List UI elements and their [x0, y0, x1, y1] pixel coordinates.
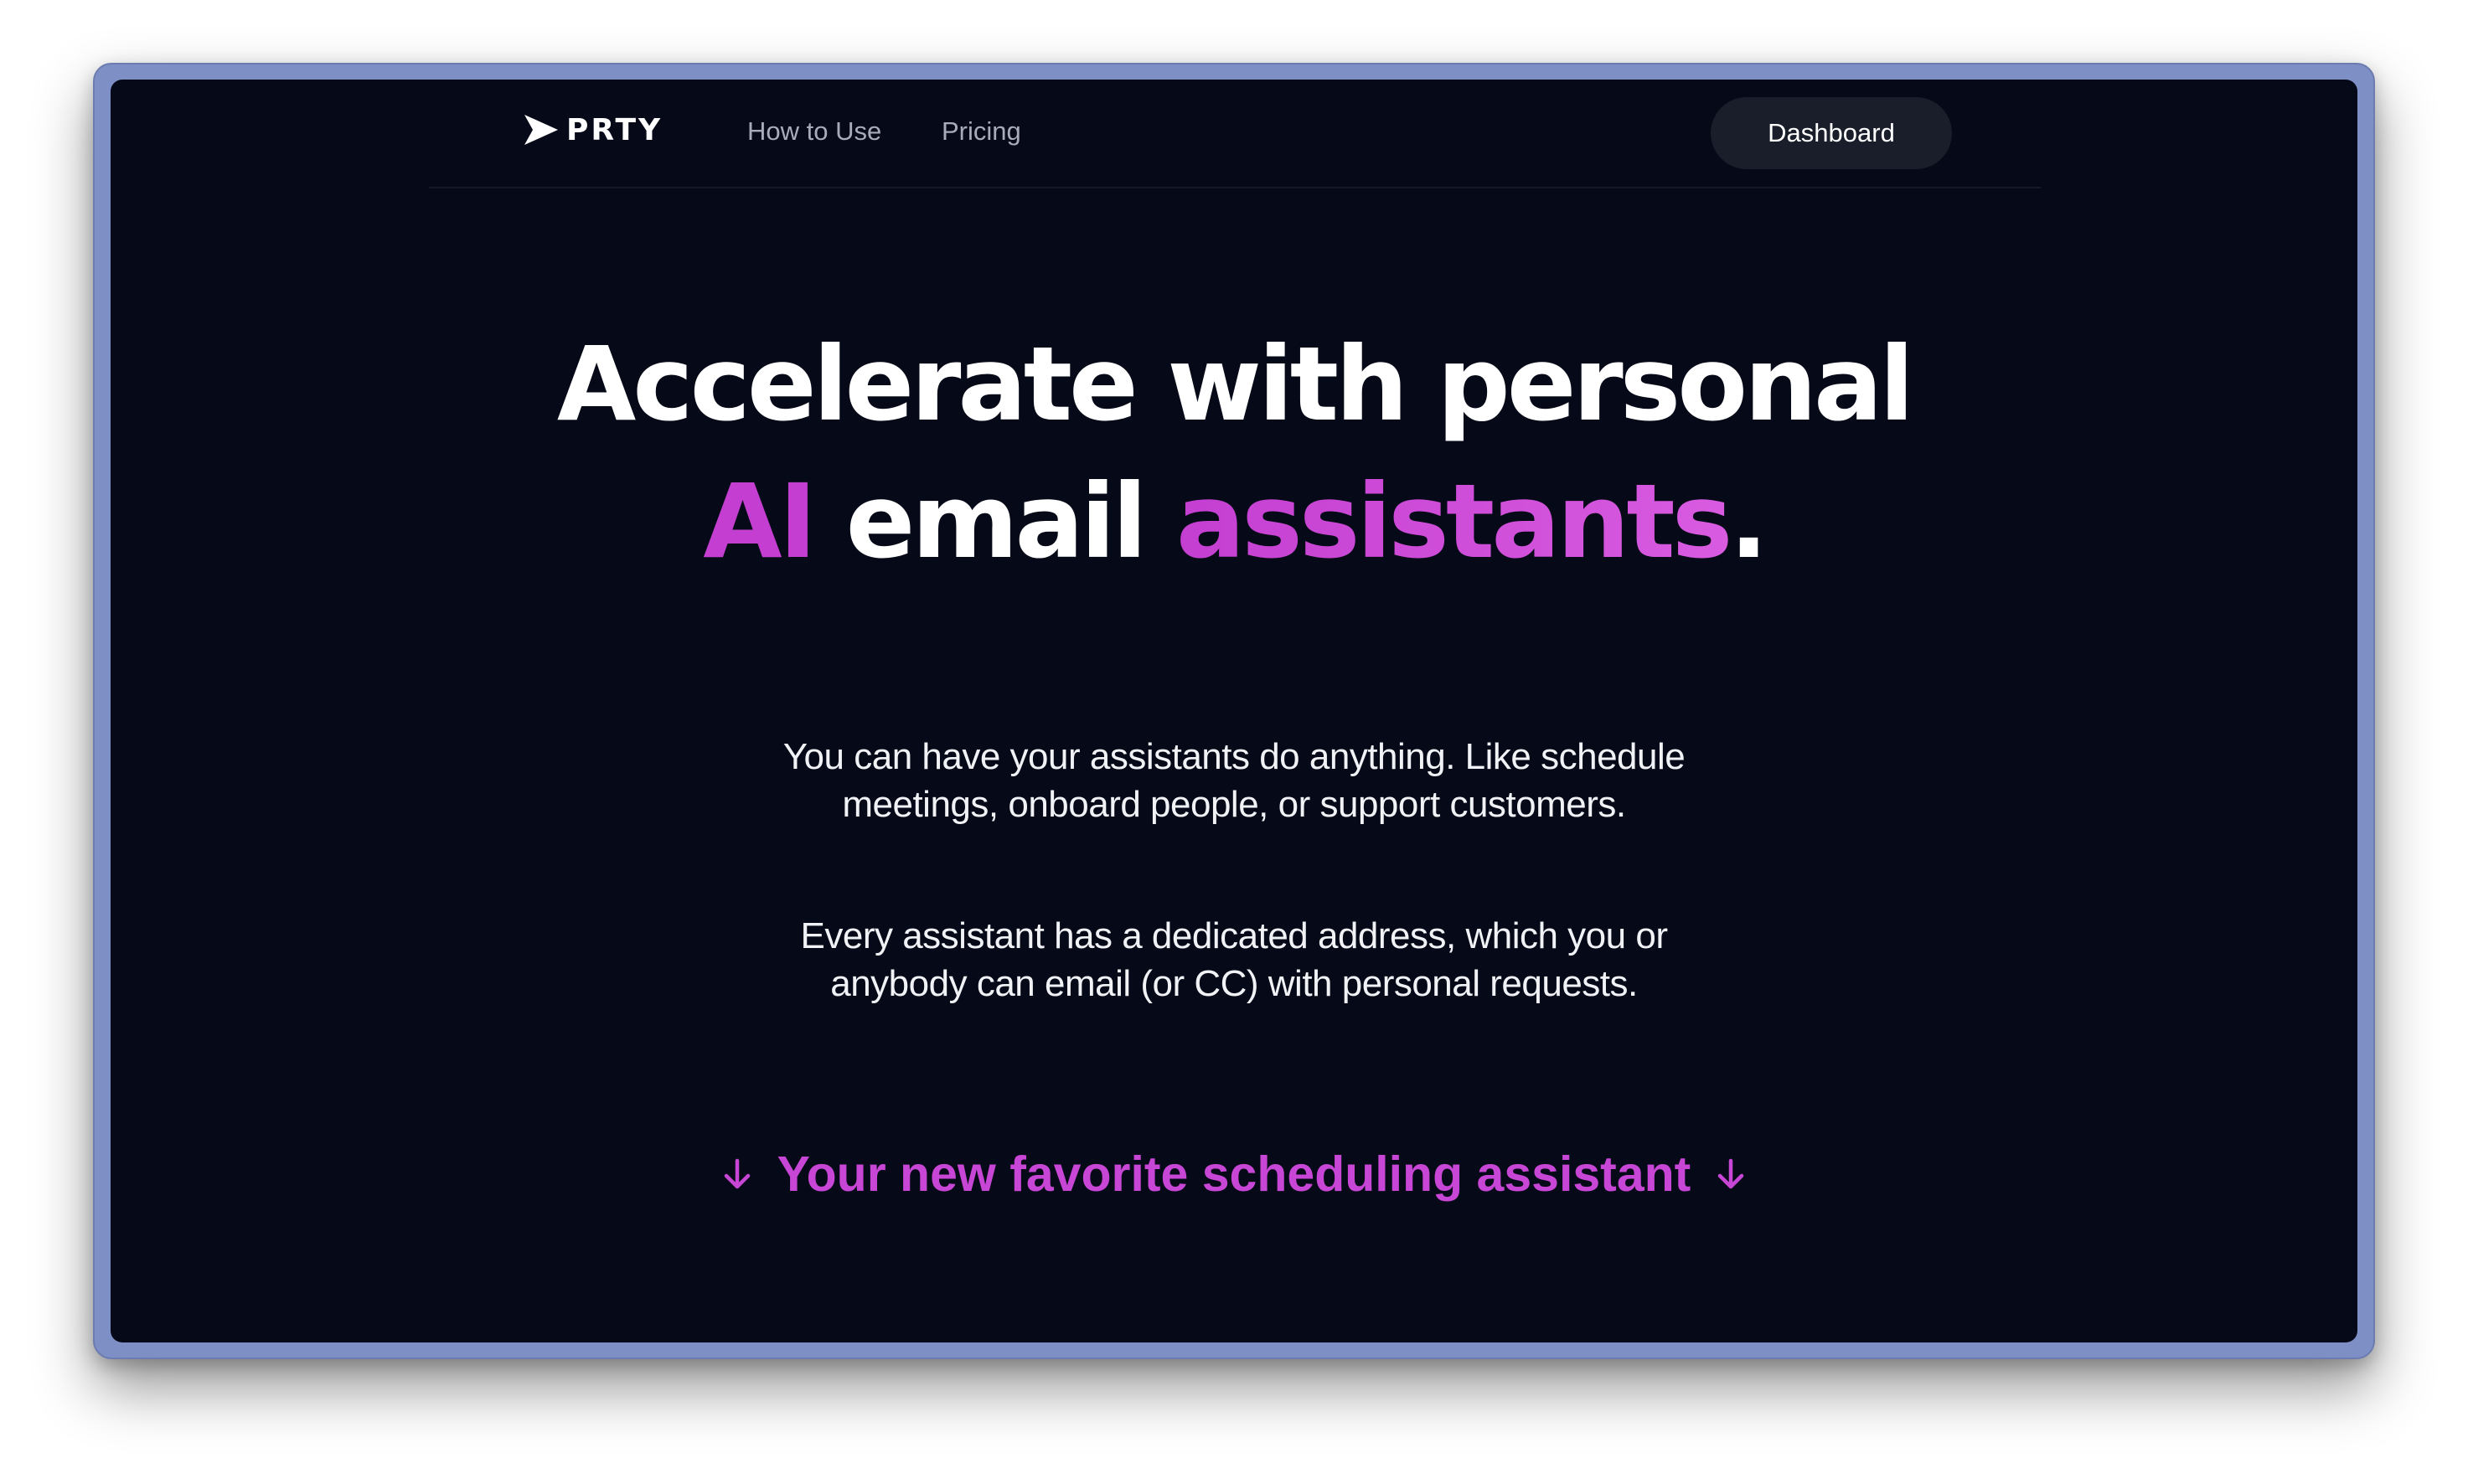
hero-heading-email: email — [813, 462, 1176, 581]
nav-link-how-to-use[interactable]: How to Use — [747, 116, 881, 147]
hero-heading-line1: Accelerate with personal — [556, 325, 1914, 444]
cta-label: Your new favorite scheduling assistant — [777, 1146, 1691, 1202]
hero-heading-assistants: assistants — [1175, 462, 1732, 581]
dashboard-button[interactable]: Dashboard — [1711, 97, 1952, 169]
brand-logo[interactable]: PRTY — [523, 111, 663, 148]
browser-window: PRTY How to Use Pricing Dashboard Accele… — [93, 63, 2375, 1359]
page-viewport: PRTY How to Use Pricing Dashboard Accele… — [111, 80, 2357, 1342]
scheduling-assistant-link[interactable]: Your new favorite scheduling assistant — [111, 1145, 2357, 1203]
hero-heading-ai: AI — [703, 462, 817, 581]
send-arrow-icon — [523, 113, 560, 147]
hero-heading-period: . — [1729, 462, 1768, 581]
top-navbar: PRTY How to Use Pricing Dashboard — [429, 80, 2041, 188]
brand-name: PRTY — [566, 112, 663, 147]
nav-link-pricing[interactable]: Pricing — [942, 116, 1021, 147]
hero-description-1: You can have your assistants do anything… — [782, 736, 1686, 825]
hero-heading: Accelerate with personal AI email assist… — [111, 316, 2357, 590]
arrow-down-icon — [1712, 1156, 1749, 1193]
hero-description-2: Every assistant has a dedicated address,… — [800, 915, 1668, 1004]
arrow-down-icon — [719, 1156, 756, 1193]
